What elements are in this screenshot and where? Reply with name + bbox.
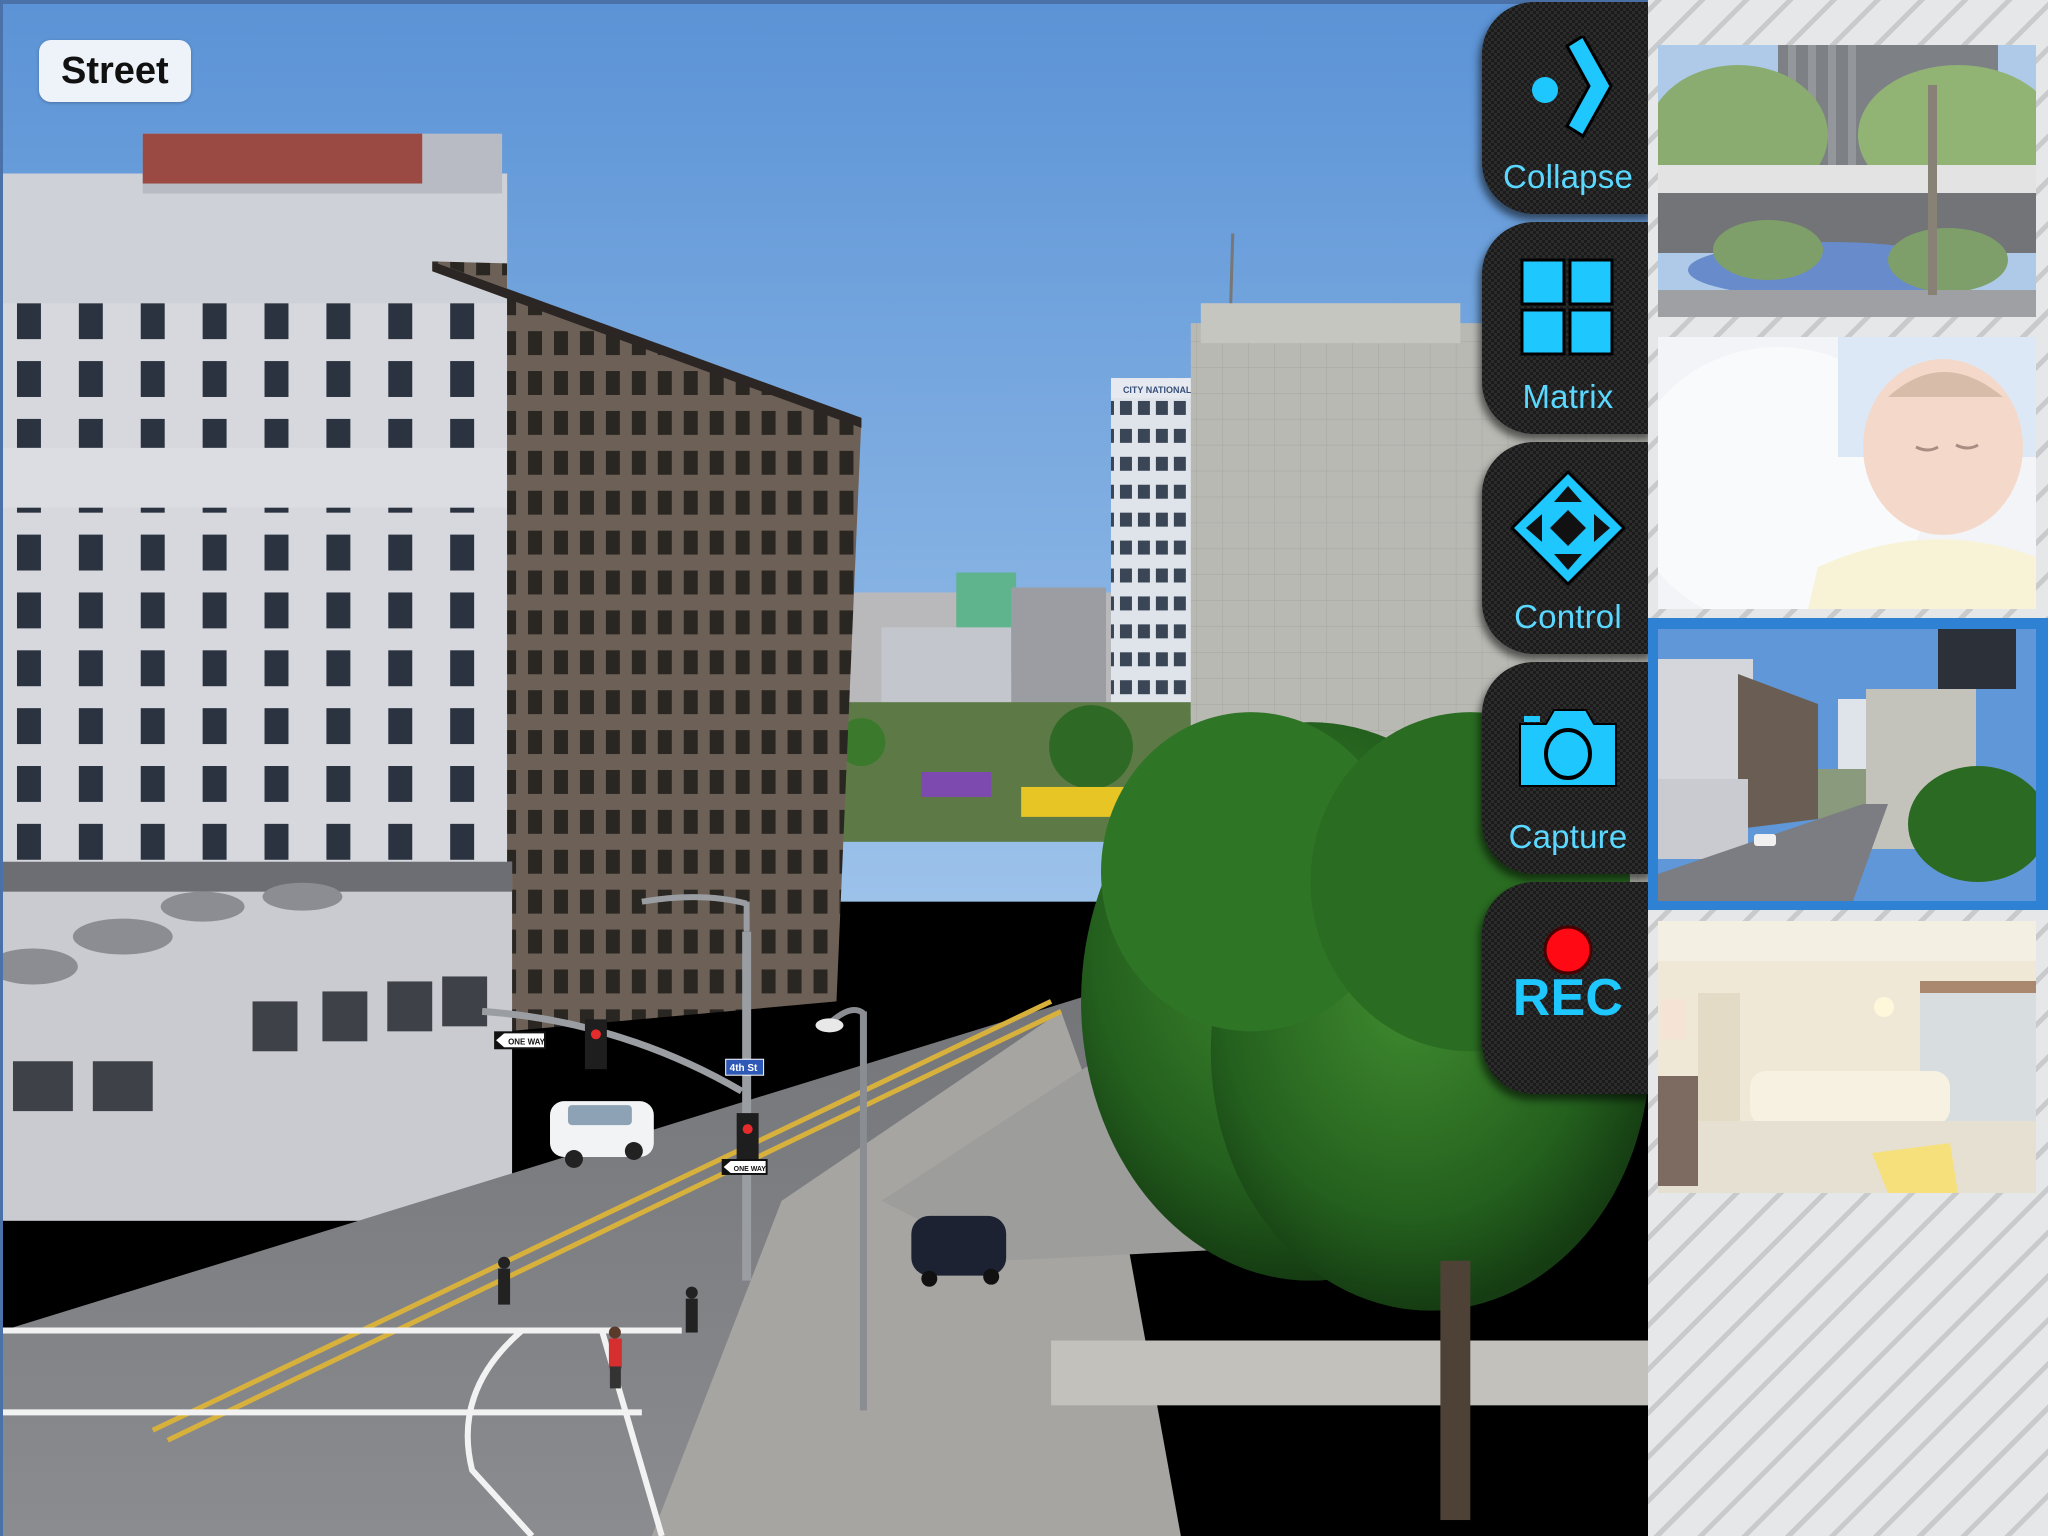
- dpad-icon: [1508, 468, 1628, 593]
- camera-toolbar: Collapse Matrix Control Capture REC: [1482, 0, 1654, 1100]
- thumbnail-image: [1658, 45, 2036, 317]
- main-camera-feed[interactable]: CITY NATIONAL BANK 4th St ONE WAY ONE WA…: [0, 0, 1648, 1536]
- one-way-sign-2: ONE WAY: [721, 1158, 768, 1175]
- thumbnail-image: [1658, 337, 2036, 609]
- camera-thumbnail-nursery[interactable]: [1648, 326, 2048, 618]
- grid-icon: [1520, 258, 1616, 361]
- thumbnail-image: [1658, 921, 2036, 1193]
- camera-thumbnail-street[interactable]: [1648, 618, 2048, 910]
- record-label: REC: [1512, 969, 1624, 1027]
- collapse-chevron-icon: [1523, 33, 1613, 151]
- capture-button[interactable]: Capture: [1482, 662, 1654, 874]
- collapse-button[interactable]: Collapse: [1482, 2, 1654, 214]
- matrix-label: Matrix: [1522, 378, 1614, 415]
- camera-list-sidebar[interactable]: [1648, 0, 2048, 1536]
- svg-text:4th St: 4th St: [730, 1063, 758, 1074]
- street-name-sign: 4th St: [725, 1058, 765, 1076]
- one-way-sign-1: ONE WAY: [494, 1031, 547, 1050]
- svg-text:ONE WAY: ONE WAY: [734, 1166, 767, 1173]
- matrix-button[interactable]: Matrix: [1482, 222, 1654, 434]
- camera-icon: [1516, 706, 1620, 795]
- control-label: Control: [1514, 598, 1622, 635]
- capture-label: Capture: [1508, 818, 1628, 855]
- camera-thumbnail-living-room[interactable]: [1648, 910, 2048, 1202]
- svg-text:ONE WAY: ONE WAY: [508, 1037, 546, 1046]
- camera-thumbnail-plaza[interactable]: [1648, 34, 2048, 326]
- record-button[interactable]: REC: [1482, 882, 1654, 1094]
- collapse-label: Collapse: [1502, 158, 1633, 195]
- control-button[interactable]: Control: [1482, 442, 1654, 654]
- thumbnail-image: [1658, 629, 2036, 901]
- camera-name-label: Street: [39, 40, 191, 102]
- street-scene-image: CITY NATIONAL BANK 4th St ONE WAY ONE WA…: [3, 4, 1648, 1536]
- camera-viewer-app: CITY NATIONAL BANK 4th St ONE WAY ONE WA…: [0, 0, 2048, 1536]
